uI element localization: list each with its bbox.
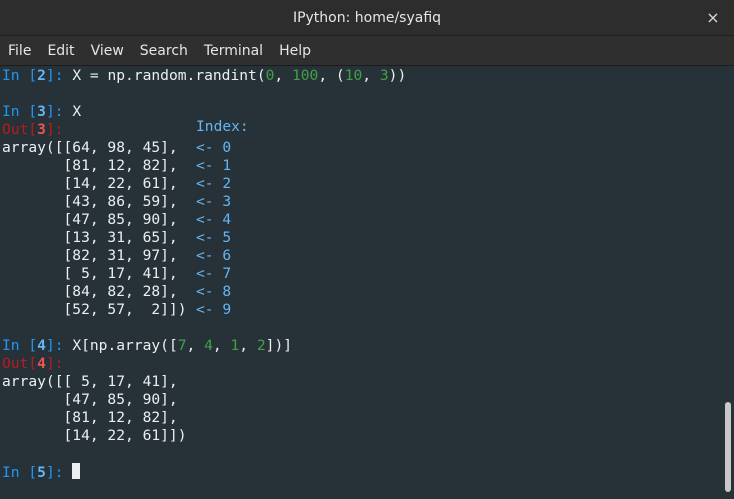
- menu-view[interactable]: View: [83, 36, 132, 66]
- input-line-5[interactable]: In [5]:: [2, 463, 81, 481]
- title-bar[interactable]: IPython: home/syafiq ×: [0, 0, 734, 36]
- in-prompt: In [: [2, 464, 38, 481]
- code-text: ,: [186, 337, 205, 354]
- in-prompt-end: ]:: [45, 67, 73, 84]
- index-annotation: <- 4: [196, 211, 232, 228]
- out-prompt-end: ]:: [45, 121, 64, 138]
- code-text: ,: [239, 337, 257, 354]
- index-annotation: <- 3: [196, 193, 232, 210]
- window-title: IPython: home/syafiq: [292, 9, 442, 26]
- scrollbar-thumb[interactable]: [725, 402, 731, 492]
- code-text: ,: [274, 67, 292, 84]
- code-text: ,: [212, 337, 231, 354]
- input-line-2: In [2]: X = np.random.randint(0, 100, (1…: [2, 67, 406, 85]
- menu-help[interactable]: Help: [271, 36, 319, 66]
- out-prompt-number: 3: [37, 121, 46, 138]
- array-row: [81, 12, 82],: [2, 157, 178, 174]
- input-line-4: In [4]: X[np.array([7, 4, 1, 2])]: [2, 337, 292, 355]
- terminal-output[interactable]: In [2]: X = np.random.randint(0, 100, (1…: [0, 66, 722, 499]
- text-cursor: [72, 463, 81, 479]
- index-annotation: <- 7: [196, 265, 232, 282]
- out-prompt: Out[: [2, 121, 38, 138]
- in-prompt-number: 5: [37, 464, 46, 481]
- out-prompt-end: ]:: [45, 355, 64, 372]
- array-row: array([[64, 98, 45],: [2, 139, 178, 156]
- array-row: [47, 85, 90],: [2, 391, 178, 408]
- number-literal: 100: [291, 67, 319, 84]
- code-text: )): [388, 67, 407, 84]
- close-button[interactable]: ×: [704, 7, 722, 27]
- number-literal: 10: [344, 67, 363, 84]
- code-text: ])]: [265, 337, 293, 354]
- out-prompt: Out[: [2, 355, 38, 372]
- array-row: [82, 31, 97],: [2, 247, 178, 264]
- code-text: , (: [318, 67, 345, 84]
- index-annotation: <- 5: [196, 229, 232, 246]
- array-row: array([[ 5, 17, 41],: [2, 373, 178, 390]
- close-icon: ×: [706, 7, 720, 27]
- array-row: [43, 86, 59],: [2, 193, 178, 210]
- menu-edit[interactable]: Edit: [39, 36, 82, 66]
- in-prompt-number: 3: [37, 103, 46, 120]
- in-prompt-end: ]:: [45, 103, 73, 120]
- array-row: [81, 12, 82],: [2, 409, 178, 426]
- out-prompt-number: 4: [37, 355, 46, 372]
- in-prompt: In [: [2, 337, 38, 354]
- number-literal: 3: [379, 67, 389, 84]
- in-prompt: In [: [2, 67, 38, 84]
- index-annotation: <- 8: [196, 283, 232, 300]
- array-row: [47, 85, 90],: [2, 211, 178, 228]
- array-row: [14, 22, 61]]): [2, 427, 187, 444]
- scrollbar[interactable]: [722, 66, 734, 499]
- code-text: ,: [362, 67, 380, 84]
- menu-search[interactable]: Search: [132, 36, 196, 66]
- number-literal: 1: [230, 337, 240, 354]
- array-row: [14, 22, 61],: [2, 175, 178, 192]
- number-literal: 7: [177, 337, 187, 354]
- code-text: X: [72, 103, 82, 120]
- code-text: X = np.random.randint(: [72, 67, 266, 84]
- array-row: [52, 57, 2]]): [2, 301, 187, 318]
- terminal-window: IPython: home/syafiq × File Edit View Se…: [0, 0, 734, 499]
- in-prompt-end: ]:: [45, 464, 73, 481]
- array-row: [13, 31, 65],: [2, 229, 178, 246]
- number-literal: 2: [256, 337, 266, 354]
- index-annotation: <- 6: [196, 247, 232, 264]
- menu-terminal[interactable]: Terminal: [196, 36, 271, 66]
- in-prompt-end: ]:: [45, 337, 73, 354]
- array-row: [84, 82, 28],: [2, 283, 178, 300]
- index-header: Index:: [196, 118, 249, 135]
- index-annotation: <- 0: [196, 139, 232, 156]
- output-prompt-line-3: Out[3]:: [2, 121, 64, 139]
- in-prompt-number: 4: [37, 337, 46, 354]
- array-row: [ 5, 17, 41],: [2, 265, 178, 282]
- number-literal: 4: [204, 337, 213, 354]
- menu-bar: File Edit View Search Terminal Help: [0, 36, 734, 66]
- in-prompt: In [: [2, 103, 38, 120]
- code-text: X[np.array([: [72, 337, 178, 354]
- index-annotation: <- 1: [196, 157, 232, 174]
- index-annotation: <- 9: [196, 301, 232, 318]
- input-line-3: In [3]: X: [2, 103, 81, 121]
- in-prompt-number: 2: [37, 67, 46, 84]
- index-annotation: <- 2: [196, 175, 232, 192]
- output-prompt-line-4: Out[4]:: [2, 355, 64, 373]
- menu-file[interactable]: File: [0, 36, 39, 66]
